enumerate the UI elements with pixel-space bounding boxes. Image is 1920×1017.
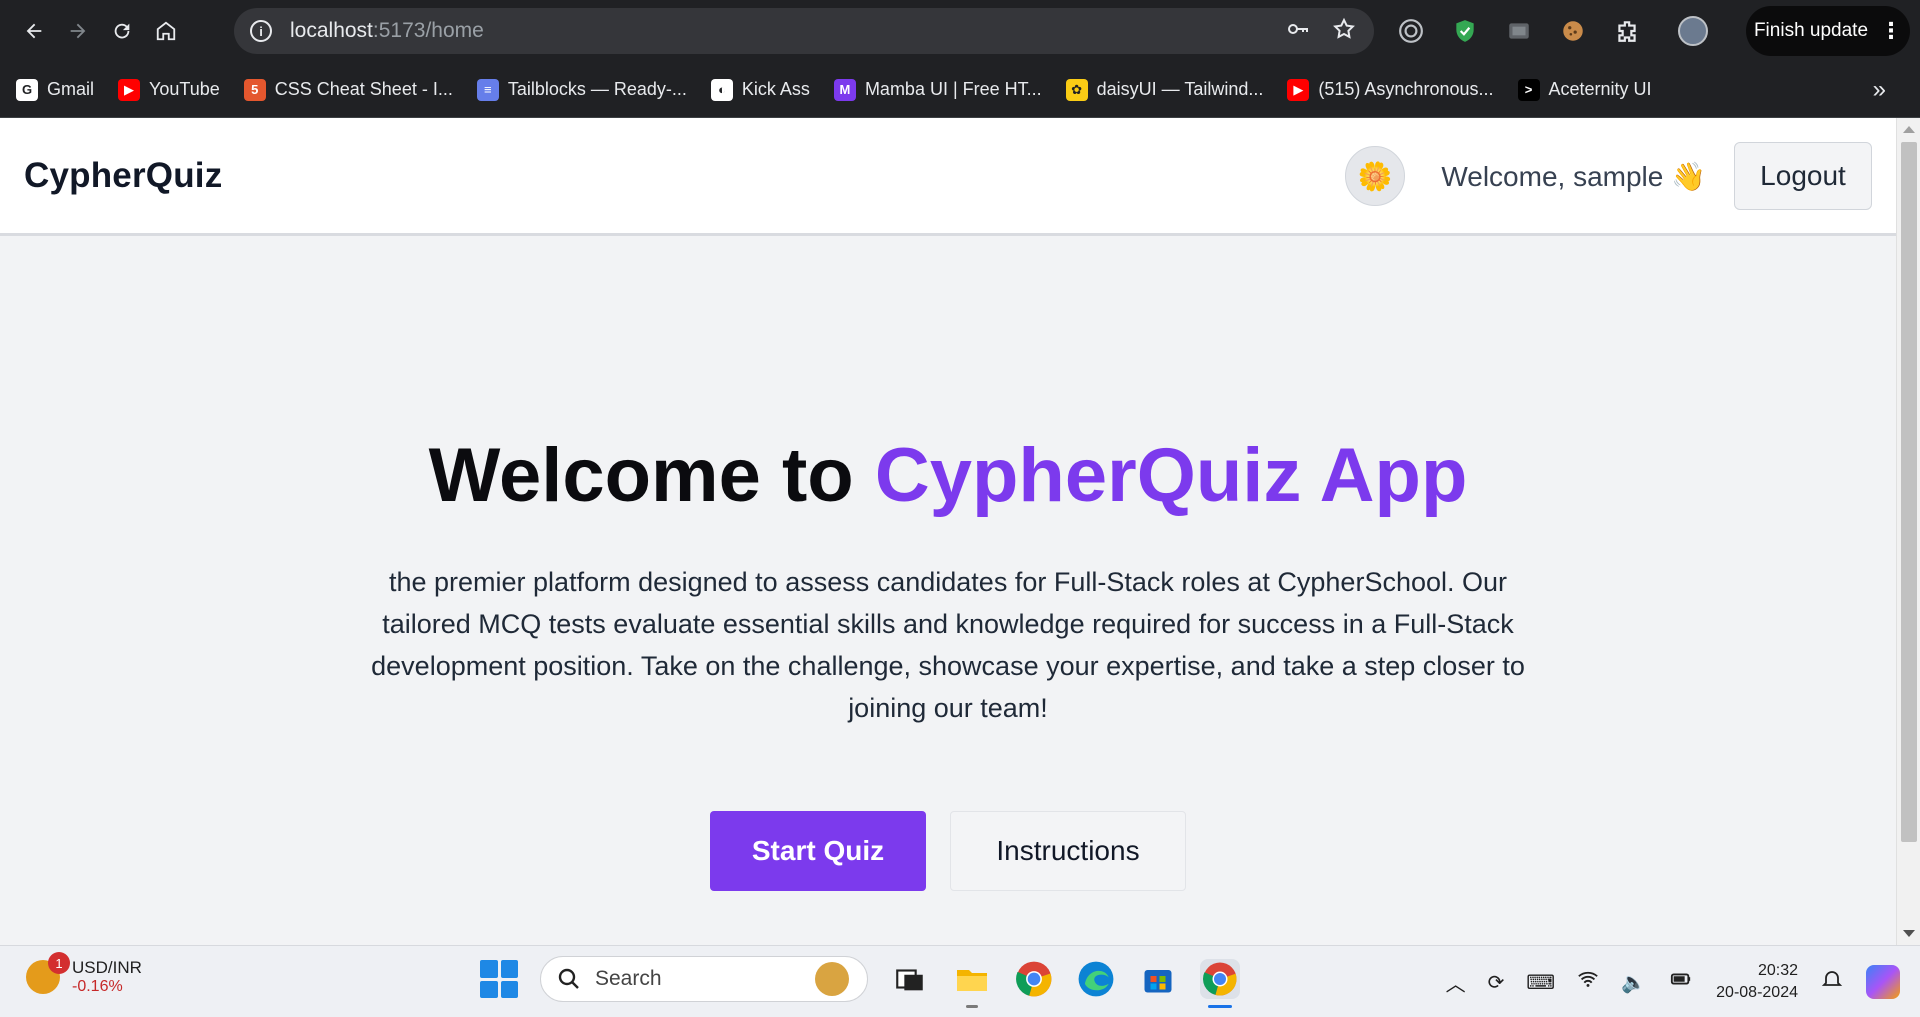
- bookmark-item[interactable]: ◐ Kick Ass: [710, 78, 810, 101]
- windows-start-icon[interactable]: [480, 960, 518, 998]
- profile-avatar-icon[interactable]: [1678, 16, 1708, 46]
- site-info-icon[interactable]: i: [250, 20, 272, 42]
- finish-update-label: Finish update: [1753, 20, 1869, 41]
- search-icon: [558, 968, 579, 989]
- menu-dots-icon: ⋮: [1880, 18, 1903, 43]
- target-extension-icon[interactable]: [1396, 16, 1426, 46]
- logout-button[interactable]: Logout: [1734, 142, 1872, 210]
- reload-icon[interactable]: [100, 9, 144, 53]
- clock-date: 20-08-2024: [1716, 984, 1798, 1001]
- hero-title-prefix: Welcome to: [428, 433, 875, 518]
- bookmark-item[interactable]: ✿ daisyUI — Tailwind...: [1065, 78, 1264, 101]
- bookmarks-overflow-icon[interactable]: »: [1873, 76, 1886, 104]
- task-view-icon[interactable]: [890, 959, 930, 999]
- search-label: Search: [595, 967, 662, 990]
- chrome-icon[interactable]: [1014, 959, 1054, 999]
- taskbar-search[interactable]: Search: [540, 956, 868, 1002]
- url-path: :5173/home: [372, 19, 484, 42]
- ticker-change: -0.16%: [72, 978, 123, 995]
- system-tray: ︿ ⟳ ⌨ 🔈 20:32 20-08-2024: [1446, 946, 1920, 1017]
- bookmark-label: Tailblocks — Ready-...: [507, 79, 687, 99]
- tailblocks-icon: ≡: [476, 78, 499, 101]
- wifi-icon[interactable]: [1577, 968, 1599, 996]
- bookmark-item[interactable]: ▶ YouTube: [118, 78, 220, 101]
- hero-description: the premier platform designed to assess …: [371, 567, 1525, 723]
- hero-title-accent: CypherQuiz App: [874, 433, 1468, 518]
- youtube-icon: ▶: [118, 78, 141, 101]
- window-extension-icon[interactable]: [1504, 16, 1534, 46]
- notifications-icon[interactable]: [1820, 967, 1844, 997]
- bookmark-item[interactable]: > Aceternity UI: [1517, 78, 1652, 101]
- finish-update-button[interactable]: Finish update ⋮: [1746, 6, 1910, 56]
- url-text[interactable]: localhost:5173/home: [290, 19, 484, 43]
- file-explorer-icon[interactable]: [952, 959, 992, 1008]
- hero-title: Welcome to CypherQuiz App: [0, 432, 1896, 519]
- page-viewport: CypherQuiz 🌼 Welcome, sample 👋 Logout We…: [0, 118, 1896, 945]
- windows-taskbar: 1 USD/INR -0.16% Search ︿ ⟳ ⌨ 🔈 20:32 20…: [0, 945, 1920, 1017]
- bookmark-item[interactable]: ≡ Tailblocks — Ready-...: [476, 78, 687, 101]
- chrome-profile-icon[interactable]: [1200, 959, 1240, 1008]
- home-icon[interactable]: [144, 9, 188, 53]
- cookie-extension-icon[interactable]: [1558, 16, 1588, 46]
- aceternity-icon: >: [1517, 78, 1540, 101]
- keyboard-icon[interactable]: ⌨: [1526, 970, 1555, 995]
- search-highlight-icon: [815, 962, 849, 996]
- globe-icon: ◐: [710, 78, 733, 101]
- system-clock[interactable]: 20:32 20-08-2024: [1716, 960, 1798, 1004]
- bookmark-star-icon[interactable]: [1332, 17, 1356, 46]
- bookmark-label: CSS Cheat Sheet - I...: [274, 79, 453, 99]
- hero-section: Welcome to CypherQuiz App the premier pl…: [0, 432, 1896, 891]
- bookmark-item[interactable]: ▶ (515) Asynchronous...: [1287, 78, 1494, 101]
- welcome-user-text: Welcome, sample 👋: [1441, 160, 1706, 192]
- youtube-icon: ▶: [1287, 78, 1310, 101]
- bookmark-label: (515) Asynchronous...: [1318, 79, 1494, 99]
- battery-icon[interactable]: [1668, 968, 1694, 996]
- ticker-badge: 1: [48, 952, 70, 974]
- google-icon: G: [16, 78, 38, 101]
- currency-coins-icon: 1: [26, 952, 70, 994]
- user-avatar[interactable]: 🌼: [1345, 146, 1406, 206]
- instructions-button[interactable]: Instructions: [950, 811, 1186, 891]
- page-scrollbar[interactable]: [1896, 118, 1920, 945]
- shield-extension-icon[interactable]: [1450, 16, 1480, 46]
- edge-icon[interactable]: [1076, 959, 1116, 999]
- microsoft-store-icon[interactable]: [1138, 959, 1178, 999]
- app-header: CypherQuiz 🌼 Welcome, sample 👋 Logout: [0, 118, 1896, 236]
- back-icon[interactable]: [12, 9, 56, 53]
- html-icon: 5: [243, 78, 266, 101]
- url-host: localhost: [290, 19, 373, 42]
- bookmark-label: Gmail: [47, 79, 95, 99]
- bookmark-item[interactable]: M Mamba UI | Free HT...: [833, 78, 1042, 101]
- scroll-thumb[interactable]: [1901, 142, 1917, 842]
- bookmark-label: Aceternity UI: [1548, 79, 1652, 99]
- chevron-up-icon[interactable]: ︿: [1446, 968, 1466, 997]
- address-bar[interactable]: i localhost:5173/home: [234, 8, 1374, 54]
- extensions-puzzle-icon[interactable]: [1612, 16, 1642, 46]
- daisy-icon: ✿: [1065, 78, 1088, 101]
- volume-icon[interactable]: 🔈: [1621, 970, 1646, 995]
- sync-icon[interactable]: ⟳: [1488, 970, 1505, 995]
- copilot-icon[interactable]: [1866, 965, 1900, 999]
- bookmark-label: Kick Ass: [741, 79, 810, 99]
- scroll-down-icon[interactable]: [1903, 930, 1915, 937]
- browser-toolbar: i localhost:5173/home Finish update ⋮: [0, 0, 1920, 62]
- bookmarks-bar: G Gmail ▶ YouTube 5 CSS Cheat Sheet - I... ≡ Ta…: [0, 62, 1920, 118]
- key-icon[interactable]: [1286, 17, 1310, 46]
- bookmark-label: daisyUI — Tailwind...: [1096, 79, 1264, 99]
- mamba-icon: M: [833, 78, 856, 101]
- bookmark-item[interactable]: 5 CSS Cheat Sheet - I...: [243, 78, 453, 101]
- ticker-pair: USD/INR: [72, 958, 142, 977]
- scroll-up-icon[interactable]: [1903, 126, 1915, 133]
- bookmark-item[interactable]: G Gmail: [16, 78, 95, 101]
- bookmark-label: YouTube: [149, 79, 220, 99]
- brand-logo[interactable]: CypherQuiz: [24, 156, 222, 196]
- stock-ticker-widget[interactable]: 1 USD/INR -0.16%: [26, 952, 142, 996]
- bookmark-label: Mamba UI | Free HT...: [864, 79, 1042, 99]
- start-quiz-button[interactable]: Start Quiz: [710, 811, 926, 891]
- clock-time: 20:32: [1757, 962, 1798, 979]
- forward-icon[interactable]: [56, 9, 100, 53]
